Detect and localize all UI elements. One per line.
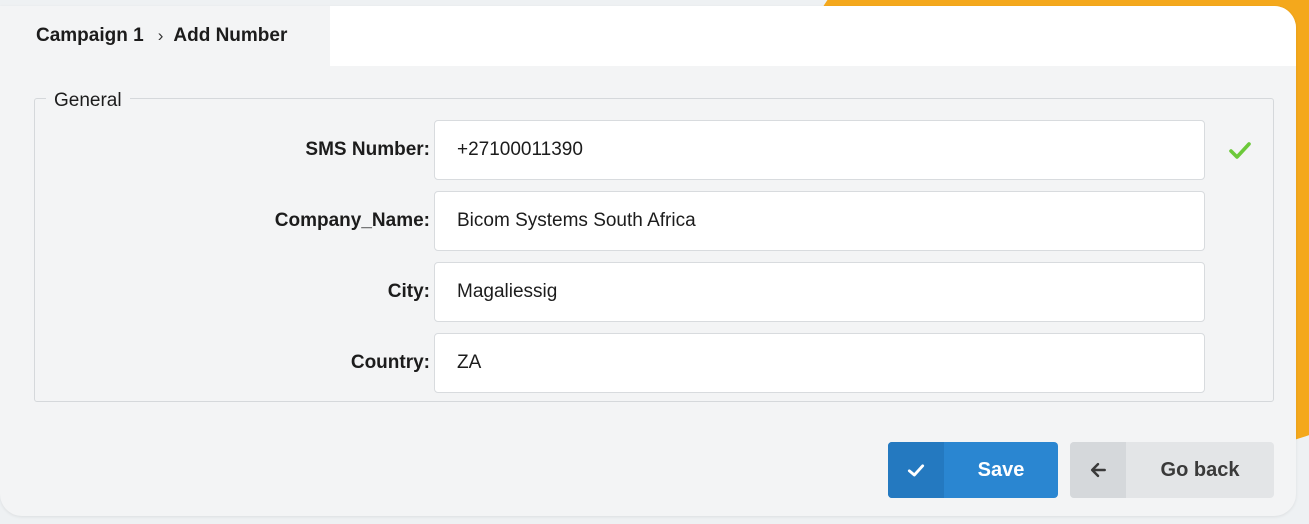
- go-back-button[interactable]: Go back: [1070, 442, 1274, 498]
- app-window: Campaign 1 › Add Number General SMS Numb…: [0, 0, 1309, 524]
- form-row-sms-number: SMS Number:: [34, 120, 1274, 180]
- section-legend: General: [46, 90, 130, 112]
- check-icon: [888, 442, 944, 498]
- company-name-input[interactable]: [434, 191, 1205, 251]
- breadcrumb: Campaign 1 › Add Number: [0, 6, 330, 66]
- save-button-label: Save: [977, 458, 1025, 481]
- company-name-label: Company_Name:: [274, 210, 430, 231]
- breadcrumb-current: Add Number: [173, 25, 288, 46]
- form-row-country: Country:: [34, 333, 1274, 393]
- sms-number-input[interactable]: [434, 120, 1205, 180]
- save-button[interactable]: Save: [888, 442, 1058, 498]
- arrow-left-icon: [1070, 442, 1126, 498]
- add-number-card: Campaign 1 › Add Number General SMS Numb…: [0, 6, 1296, 516]
- sms-number-label: SMS Number:: [305, 139, 430, 160]
- country-input[interactable]: [434, 333, 1205, 393]
- check-icon: [1229, 142, 1251, 159]
- city-input[interactable]: [434, 262, 1205, 322]
- breadcrumb-separator: ›: [157, 26, 164, 45]
- header-strip: [330, 6, 1296, 66]
- form-row-company-name: Company_Name:: [34, 191, 1274, 251]
- city-label: City:: [387, 281, 430, 302]
- breadcrumb-parent[interactable]: Campaign 1: [36, 25, 144, 47]
- country-label: Country:: [350, 352, 430, 373]
- form-row-city: City:: [34, 262, 1274, 322]
- go-back-button-label: Go back: [1160, 458, 1240, 481]
